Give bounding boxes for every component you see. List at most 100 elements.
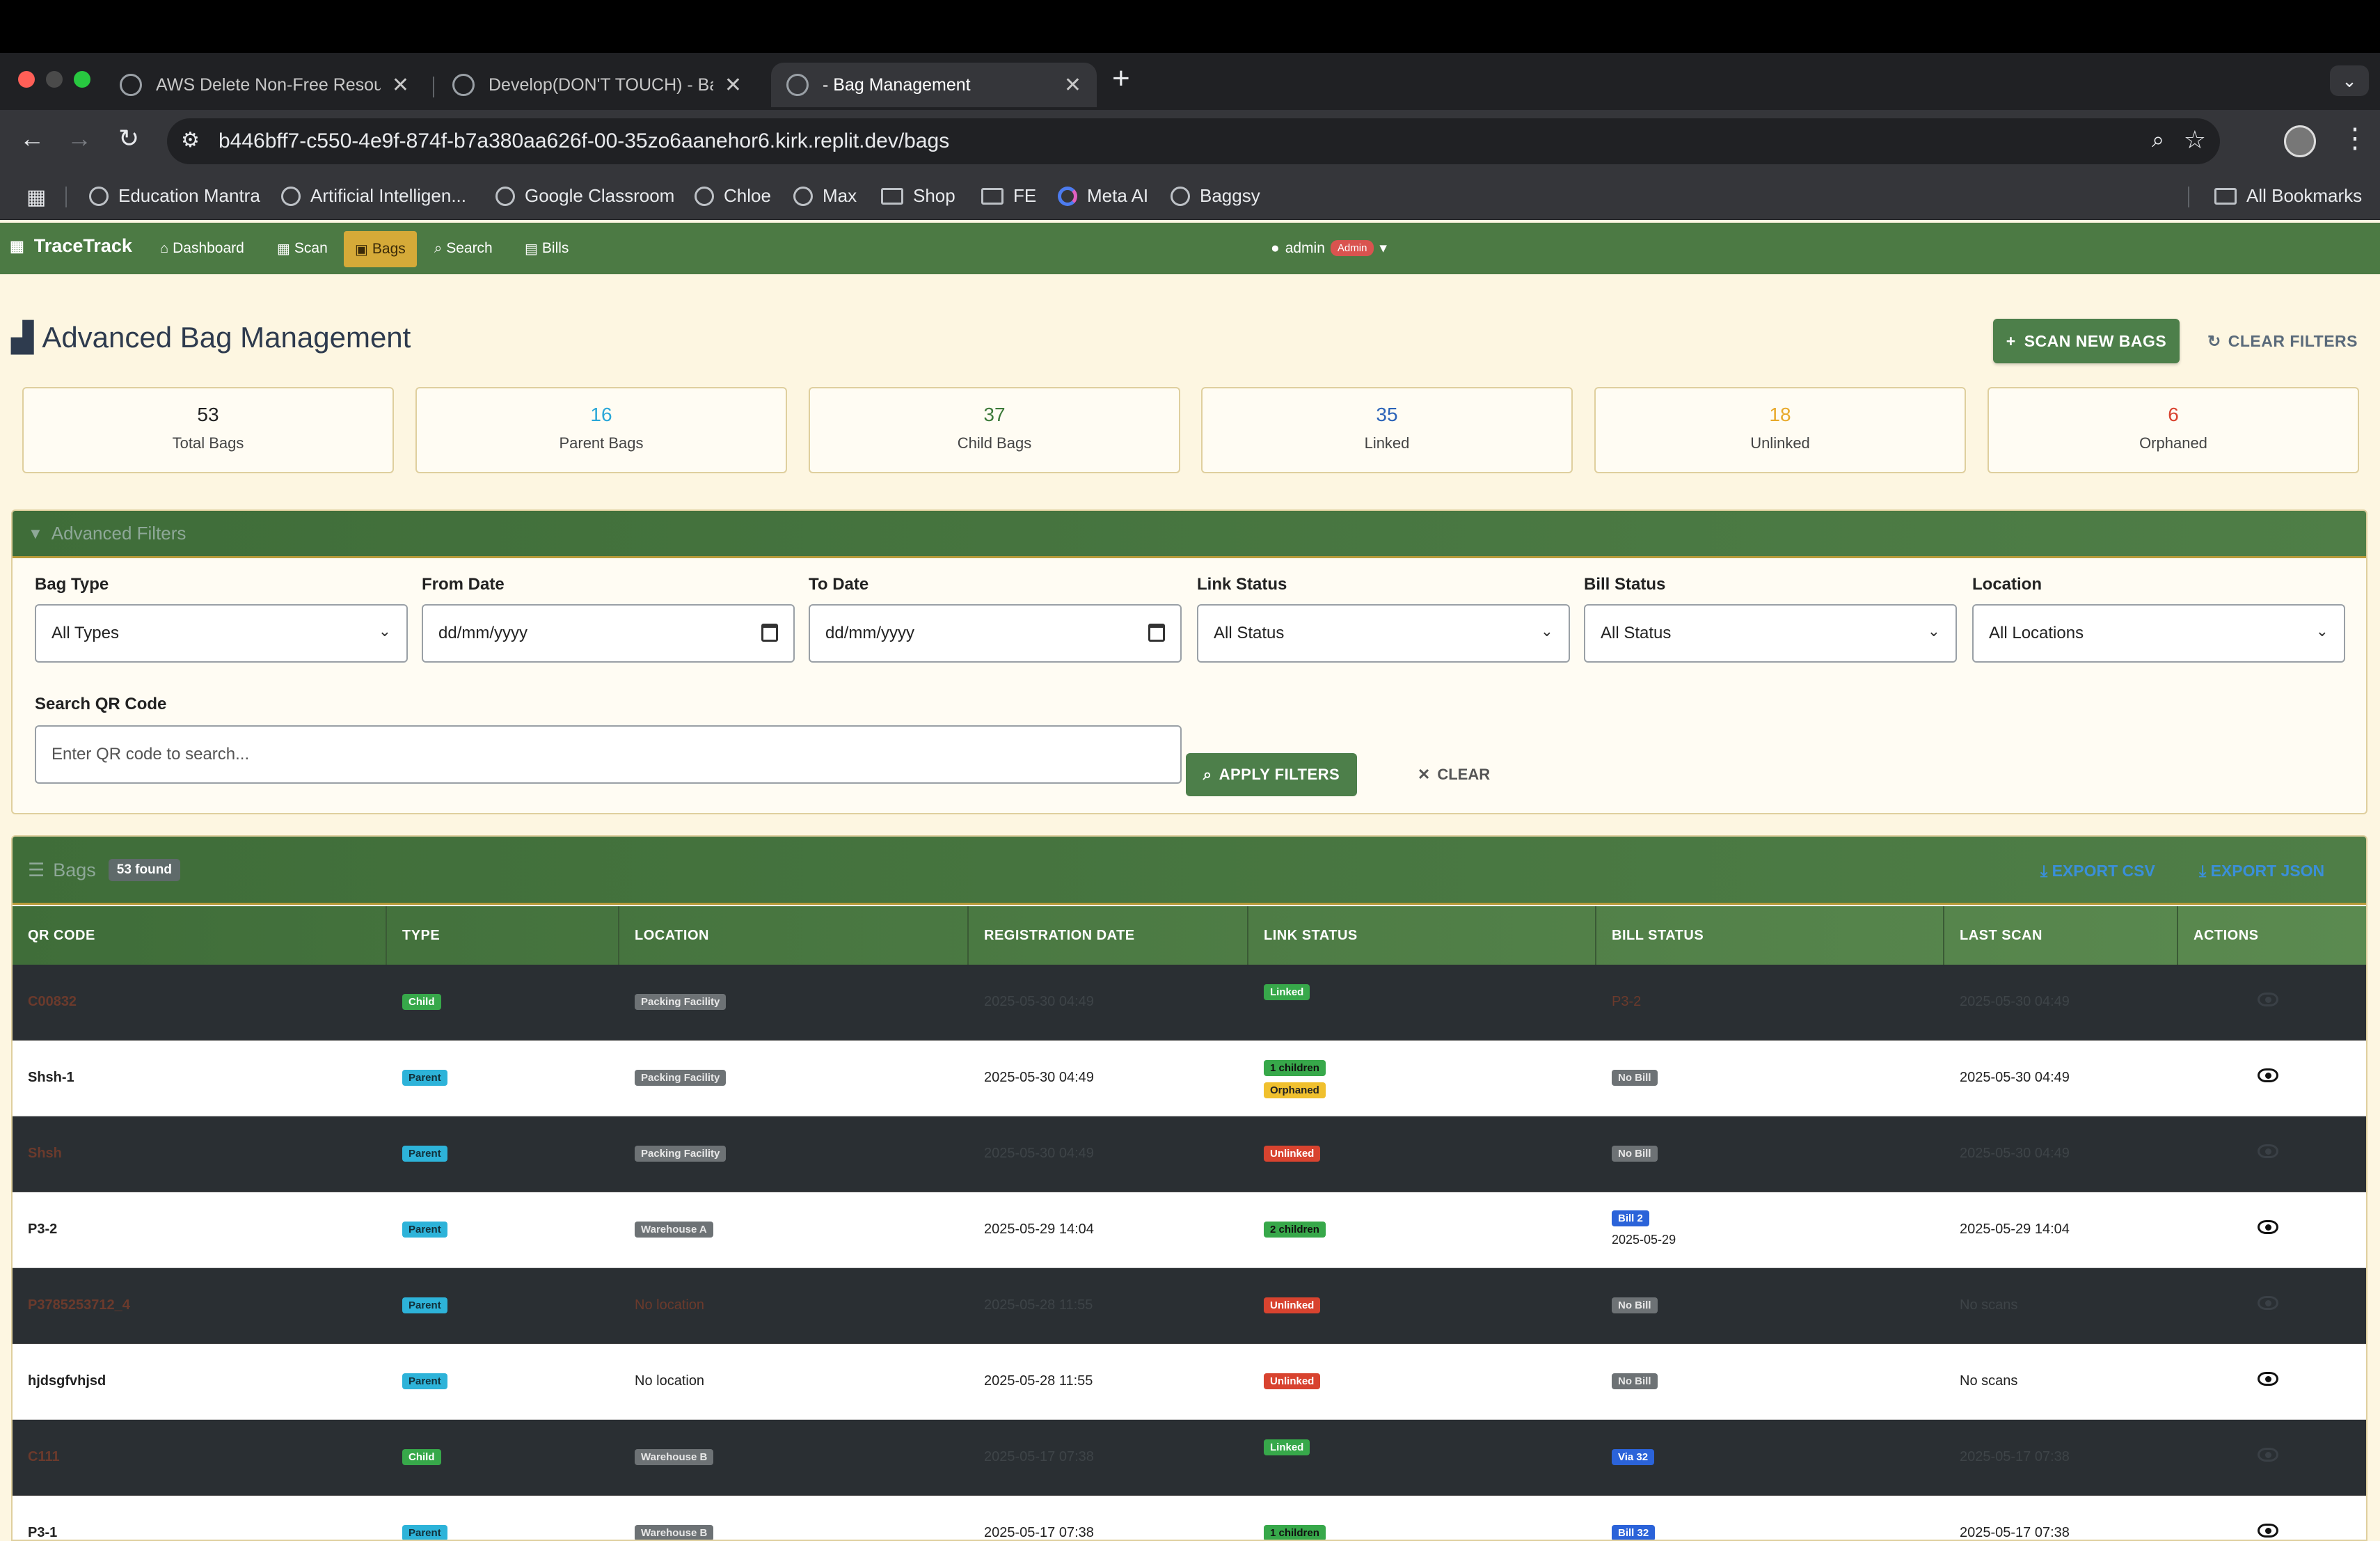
nav-search[interactable]: ⌕ Search — [434, 223, 493, 274]
browser-menu-icon[interactable]: ⋮ — [2341, 123, 2369, 155]
bill-badge[interactable]: Via 32 — [1612, 1449, 1655, 1465]
apply-filters-button[interactable]: ⌕ APPLY FILTERS — [1186, 753, 1357, 796]
apps-grid-icon[interactable]: ▦ — [26, 185, 46, 210]
close-tab-icon[interactable]: ✕ — [724, 73, 742, 97]
all-bookmarks[interactable]: All Bookmarks — [2214, 185, 2362, 207]
bill-badge[interactable]: Bill 32 — [1612, 1525, 1656, 1540]
bookmark-meta-ai[interactable]: Meta AI — [1058, 185, 1148, 207]
user-menu[interactable]: ● admin Admin ▾ — [1271, 239, 1387, 257]
column-header[interactable]: REGISTRATION DATE — [969, 906, 1248, 965]
reload-icon[interactable]: ↻ — [118, 124, 139, 153]
link-status-select[interactable]: All Status ⌄ — [1197, 604, 1570, 663]
view-eye-icon[interactable] — [2258, 1372, 2278, 1386]
export-csv-button[interactable]: ⤓ EXPORT CSV — [2040, 862, 2155, 880]
forward-arrow-icon[interactable]: → — [67, 124, 92, 153]
qr-code[interactable]: C00832 — [28, 994, 77, 1010]
qr-code[interactable]: Shsh-1 — [28, 1070, 74, 1086]
stat-label: Orphaned — [2139, 434, 2207, 452]
bill-badge[interactable]: No Bill — [1612, 1070, 1658, 1086]
export-json-button[interactable]: ⤓ EXPORT JSON — [2199, 862, 2324, 880]
view-eye-icon[interactable] — [2258, 1524, 2278, 1538]
scan-new-bags-button[interactable]: + SCAN NEW BAGS — [1993, 319, 2180, 363]
to-date-input[interactable]: dd/mm/yyyy — [809, 604, 1182, 663]
table-row[interactable]: Shsh Parent Packing Facility 2025-05-30 04:… — [13, 1116, 2366, 1192]
qr-code[interactable]: hjdsgfvhjsd — [28, 1373, 106, 1389]
view-eye-icon[interactable] — [2258, 1068, 2278, 1082]
column-header[interactable]: ACTIONS — [2178, 906, 2366, 965]
bookmark-google-classroom[interactable]: Google Classroom — [495, 185, 674, 207]
nav-scan[interactable]: ▦ Scan — [277, 223, 328, 274]
clear-button[interactable]: ✕ CLEAR — [1409, 753, 1499, 796]
last-scan: 2025-05-30 04:49 — [1960, 1070, 2070, 1085]
zoom-icon[interactable]: ⌕ — [2152, 127, 2164, 153]
close-tab-icon[interactable]: ✕ — [392, 73, 409, 97]
bill-badge[interactable]: No Bill — [1612, 1373, 1658, 1389]
column-header[interactable]: QR CODE — [13, 906, 387, 965]
stat-label: Child Bags — [957, 434, 1032, 452]
bookmark-ai[interactable]: Artificial Intelligen... — [281, 185, 466, 207]
location-select[interactable]: All Locations ⌄ — [1972, 604, 2345, 663]
browser-tab[interactable]: AWS Delete Non-Free Resour ✕ — [104, 63, 425, 107]
brand[interactable]: ▦ TraceTrack — [10, 235, 132, 257]
table-row[interactable]: Shsh-1 Parent Packing Facility 2025-05-30 0… — [13, 1041, 2366, 1116]
maximize-window-button[interactable] — [74, 71, 90, 88]
calendar-icon[interactable] — [1148, 624, 1165, 642]
table-row[interactable]: P3-2 Parent Warehouse A 2025-05-29 14:04 2 c… — [13, 1192, 2366, 1268]
back-arrow-icon[interactable]: ← — [19, 124, 45, 153]
bookmark-max[interactable]: Max — [793, 185, 857, 207]
qr-code[interactable]: C111 — [28, 1449, 60, 1465]
qr-code[interactable]: Shsh — [28, 1146, 62, 1162]
table-row[interactable]: P3-1 Parent Warehouse B 2025-05-17 07:38 1 c… — [13, 1496, 2366, 1540]
nav-bills[interactable]: ▤ Bills — [525, 223, 569, 274]
view-eye-icon[interactable] — [2258, 1296, 2278, 1310]
bookmark-chloe[interactable]: Chloe — [695, 185, 771, 207]
browser-tab-active[interactable]: - Bag Management ✕ — [771, 63, 1097, 107]
profile-avatar[interactable] — [2284, 125, 2316, 157]
view-eye-icon[interactable] — [2258, 1220, 2278, 1234]
bag-type-select[interactable]: All Types ⌄ — [35, 604, 408, 663]
column-header[interactable]: LINK STATUS — [1248, 906, 1596, 965]
filters-header: ▼ Advanced Filters — [13, 511, 2366, 558]
qr-code[interactable]: P3785253712_4 — [28, 1297, 130, 1313]
view-eye-icon[interactable] — [2258, 993, 2278, 1006]
nav-bags[interactable]: ▣ Bags — [344, 231, 417, 267]
bill-badge[interactable]: No Bill — [1612, 1146, 1658, 1162]
type-badge: Parent — [402, 1525, 447, 1540]
browser-tab[interactable]: Develop(DON'T TOUCH) - Ba ✕ — [437, 63, 757, 107]
qr-code[interactable]: P3-2 — [28, 1222, 57, 1238]
column-header[interactable]: TYPE — [387, 906, 619, 965]
url-text[interactable]: b446bff7-c550-4e9f-874f-b7a380aa626f-00-… — [219, 129, 949, 153]
nav-dashboard[interactable]: ⌂ Dashboard — [160, 223, 244, 274]
view-eye-icon[interactable] — [2258, 1448, 2278, 1462]
stat-label: Unlinked — [1750, 434, 1810, 452]
column-header[interactable]: LOCATION — [619, 906, 969, 965]
bill-badge[interactable]: No Bill — [1612, 1297, 1658, 1313]
view-eye-icon[interactable] — [2258, 1144, 2278, 1158]
table-row[interactable]: P3785253712_4 Parent No location 2025-05-28… — [13, 1268, 2366, 1344]
column-header[interactable]: BILL STATUS — [1596, 906, 1944, 965]
calendar-icon[interactable] — [761, 624, 778, 642]
bill-badge[interactable]: Bill 2 — [1612, 1210, 1649, 1226]
bookmark-education-mantra[interactable]: Education Mantra — [89, 185, 260, 207]
close-tab-icon[interactable]: ✕ — [1064, 73, 1081, 97]
table-row[interactable]: C111 Child Warehouse B 2025-05-17 07:38 Link… — [13, 1420, 2366, 1496]
search-qr-input[interactable]: Enter QR code to search... — [35, 725, 1182, 784]
new-tab-button[interactable]: + — [1112, 61, 1130, 96]
table-row[interactable]: C00832 Child Packing Facility 2025-05-30 04… — [13, 965, 2366, 1041]
bookmark-shop[interactable]: Shop — [881, 185, 955, 207]
minimize-window-button[interactable] — [46, 71, 63, 88]
address-bar[interactable]: ⚙ b446bff7-c550-4e9f-874f-b7a380aa626f-0… — [167, 118, 2220, 164]
tab-search-button[interactable]: ⌄ — [2330, 65, 2369, 96]
from-date-input[interactable]: dd/mm/yyyy — [422, 604, 795, 663]
qr-code[interactable]: P3-1 — [28, 1525, 57, 1540]
bookmark-star-icon[interactable]: ☆ — [2184, 125, 2206, 155]
close-window-button[interactable] — [18, 71, 35, 88]
bookmark-baggsy[interactable]: Baggsy — [1171, 185, 1260, 207]
found-count-badge: 53 found — [108, 859, 180, 881]
column-header[interactable]: LAST SCAN — [1944, 906, 2178, 965]
bookmark-fe[interactable]: FE — [981, 185, 1036, 207]
bill-status-select[interactable]: All Status ⌄ — [1584, 604, 1957, 663]
table-row[interactable]: hjdsgfvhjsd Parent No location 2025-05-28 1… — [13, 1344, 2366, 1420]
site-info-icon[interactable]: ⚙ — [181, 128, 200, 152]
clear-filters-button[interactable]: ↻ CLEAR FILTERS — [2199, 319, 2366, 363]
